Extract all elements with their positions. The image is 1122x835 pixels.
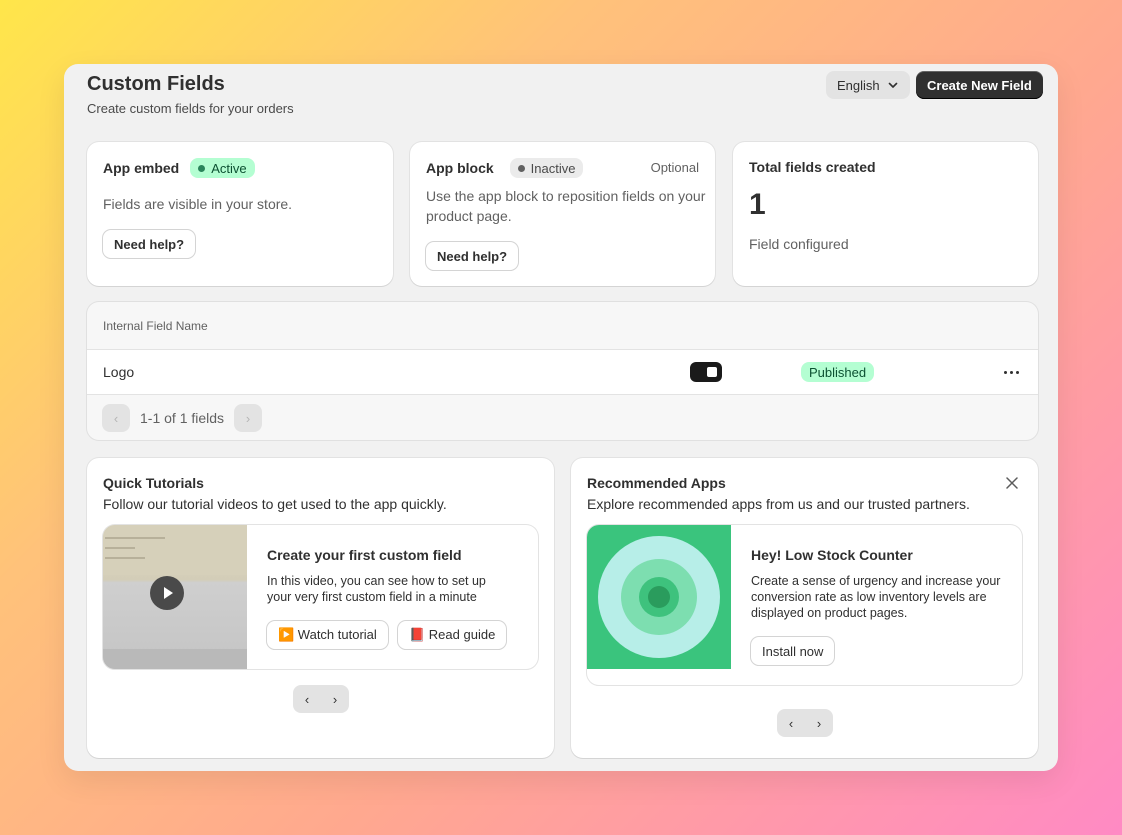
fields-table: Internal Field Name Logo Published ‹ 1-1… <box>87 302 1038 440</box>
column-header-internal-field-name: Internal Field Name <box>103 318 208 333</box>
chevron-right-icon[interactable]: › <box>234 404 263 432</box>
tutorials-title: Quick Tutorials <box>103 475 204 491</box>
create-new-field-button[interactable]: Create New Field <box>916 71 1043 99</box>
read-guide-button[interactable]: 📕 Read guide <box>398 621 507 649</box>
tutorial-description: In this video, you can see how to set up… <box>267 574 486 604</box>
recommended-apps-card: Recommended Apps Explore recommended app… <box>571 458 1038 758</box>
install-now-button[interactable]: Install now <box>751 637 835 665</box>
recommended-carousel-nav: ‹ › <box>777 709 833 737</box>
pagination-label: 1-1 of 1 fields <box>140 410 225 426</box>
low-stock-counter-logo-icon <box>587 525 731 669</box>
optional-label: Optional <box>650 160 699 175</box>
close-icon[interactable] <box>1004 475 1020 491</box>
app-embed-help-button[interactable]: Need help? <box>103 230 196 258</box>
status-badge-active: Active <box>190 158 255 178</box>
chevron-right-icon[interactable]: › <box>321 685 349 713</box>
app-embed-text: Fields are visible in your store. <box>103 196 293 212</box>
quick-tutorials-card: Quick Tutorials Follow our tutorial vide… <box>87 458 554 758</box>
chevron-down-icon <box>888 82 897 88</box>
thumbnail-line <box>105 557 145 559</box>
field-name-cell: Logo <box>103 364 135 380</box>
thumbnail-header <box>103 525 247 575</box>
app-title: Hey! Low Stock Counter <box>751 547 913 563</box>
total-fields-card: Total fields created 1 Field configured <box>733 142 1038 286</box>
page-title: Custom Fields <box>87 73 225 95</box>
tutorials-subtitle: Follow our tutorial videos to get used t… <box>103 496 447 512</box>
recommended-title: Recommended Apps <box>587 475 726 491</box>
field-enabled-toggle[interactable] <box>690 362 722 382</box>
chevron-left-icon[interactable]: ‹ <box>102 404 130 432</box>
status-dot-icon <box>517 164 525 172</box>
recommended-subtitle: Explore recommended apps from us and our… <box>587 496 970 512</box>
app-block-card: App block Inactive Optional Use the app … <box>410 142 715 286</box>
tutorials-carousel-nav: ‹ › <box>293 685 349 713</box>
table-pagination: ‹ 1-1 of 1 fields › <box>102 404 263 432</box>
total-fields-count: 1 <box>749 188 766 221</box>
app-embed-title: App embed <box>103 160 180 176</box>
status-dot-icon <box>198 164 206 172</box>
chevron-left-icon[interactable]: ‹ <box>293 685 321 713</box>
tutorial-video-thumbnail[interactable] <box>103 525 247 669</box>
chevron-right-icon[interactable]: › <box>805 709 833 737</box>
page-subtitle: Create custom fields for your orders <box>87 101 294 116</box>
play-icon[interactable] <box>150 576 184 610</box>
thumbnail-line <box>105 537 165 539</box>
tutorial-item: Create your first custom field In this v… <box>103 525 538 669</box>
more-horizontal-icon[interactable] <box>997 360 1025 384</box>
recommended-app-item: Hey! Low Stock Counter Create a sense of… <box>587 525 1022 685</box>
thumbnail-line <box>105 547 135 549</box>
language-label: English <box>837 77 880 93</box>
app-block-text: Use the app block to reposition fields o… <box>426 188 706 224</box>
total-fields-caption: Field configured <box>749 236 849 252</box>
status-badge-label: Inactive <box>530 160 576 176</box>
table-row[interactable]: Logo Published <box>87 350 1038 395</box>
thumbnail-footer <box>103 649 247 669</box>
table-header: Internal Field Name <box>87 302 1038 350</box>
app-window: Custom Fields Create custom fields for y… <box>64 64 1058 771</box>
toggle-knob <box>707 367 717 377</box>
total-fields-title: Total fields created <box>749 159 876 175</box>
language-select[interactable]: English <box>826 71 910 99</box>
status-badge-label: Active <box>211 160 247 176</box>
app-block-help-button[interactable]: Need help? <box>426 242 519 270</box>
watch-tutorial-button[interactable]: ▶️ Watch tutorial <box>267 621 388 649</box>
app-description: Create a sense of urgency and increase y… <box>751 574 1001 620</box>
chevron-left-icon[interactable]: ‹ <box>777 709 805 737</box>
tutorial-title: Create your first custom field <box>267 547 462 563</box>
app-block-title: App block <box>426 160 494 176</box>
published-badge: Published <box>801 362 875 382</box>
app-embed-card: App embed Active Fields are visible in y… <box>87 142 393 286</box>
status-badge-inactive: Inactive <box>509 158 584 178</box>
